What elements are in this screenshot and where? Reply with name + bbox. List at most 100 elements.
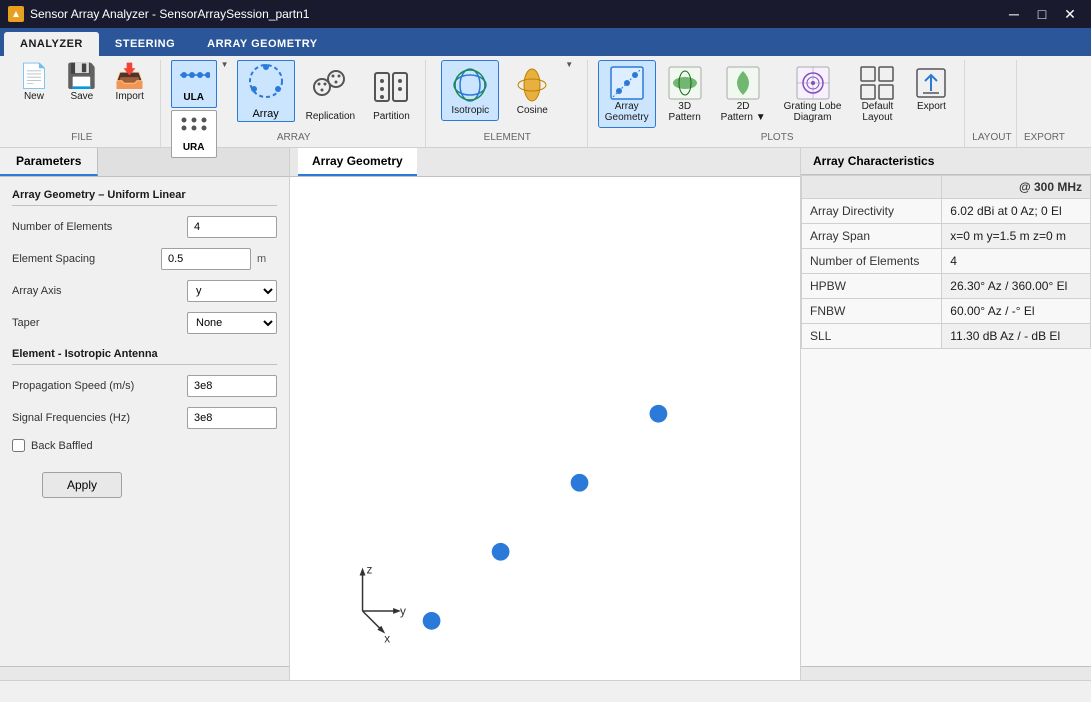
element-group-label: ELEMENT xyxy=(484,132,531,143)
new-button[interactable]: 📄 New xyxy=(12,60,56,107)
title-bar-left: ▲ Sensor Array Analyzer - SensorArraySes… xyxy=(8,6,309,22)
plots-buttons: ArrayGeometry 3DPattern xyxy=(598,60,957,143)
main-content: Parameters Array Geometry – Uniform Line… xyxy=(0,148,1091,680)
replication-icon xyxy=(312,69,348,111)
export-label: Export xyxy=(917,101,946,112)
characteristic-value: 11.30 dB Az / - dB El xyxy=(942,324,1091,349)
characteristics-row: FNBW60.00° Az / -° El xyxy=(802,299,1091,324)
2d-pattern-button[interactable]: 2DPattern ▼ xyxy=(714,60,773,128)
back-baffled-checkbox[interactable] xyxy=(12,439,25,452)
num-elements-label: Number of Elements xyxy=(12,221,181,233)
partition-icon xyxy=(373,69,409,111)
3d-pattern-label: 3DPattern xyxy=(669,101,701,123)
array-button[interactable]: Array xyxy=(237,60,295,122)
z-axis-label: z xyxy=(366,562,372,576)
save-button[interactable]: 💾 Save xyxy=(60,60,104,107)
element-dropdown[interactable]: ▼ xyxy=(565,60,573,69)
prop-speed-input[interactable] xyxy=(187,375,277,397)
cosine-button[interactable]: Cosine xyxy=(503,60,561,121)
right-panel-scroll[interactable]: @ 300 MHz Array Directivity6.02 dBi at 0… xyxy=(801,175,1091,666)
characteristic-label: HPBW xyxy=(802,274,942,299)
array-axis-select[interactable]: y x z xyxy=(187,280,277,302)
close-button[interactable]: ✕ xyxy=(1057,4,1083,24)
title-bar: ▲ Sensor Array Analyzer - SensorArraySes… xyxy=(0,0,1091,28)
characteristic-label: SLL xyxy=(802,324,942,349)
replication-label: Replication xyxy=(306,111,355,122)
prop-speed-row: Propagation Speed (m/s) xyxy=(12,375,277,397)
partition-button[interactable]: Partition xyxy=(366,64,417,127)
ula-label: ULA xyxy=(183,92,204,103)
ura-icon xyxy=(178,115,210,140)
back-baffled-label: Back Baffled xyxy=(31,440,277,452)
export-button[interactable]: Export xyxy=(906,60,956,117)
ribbon-group-layout: LAYOUT xyxy=(967,60,1017,147)
tab-array-geometry[interactable]: ARRAY GEOMETRY xyxy=(191,32,334,56)
array-axis-label: Array Axis xyxy=(12,285,181,297)
array-icon xyxy=(248,63,284,106)
import-button[interactable]: 📥 Import xyxy=(108,60,152,107)
2d-pattern-label: 2DPattern ▼ xyxy=(721,101,766,123)
element-arrow: ▼ xyxy=(565,60,573,69)
cosine-icon xyxy=(512,65,552,105)
ribbon-group-export: EXPORT xyxy=(1019,60,1069,147)
col-label-header xyxy=(802,176,942,199)
num-elements-input[interactable] xyxy=(187,216,277,238)
maximize-button[interactable]: □ xyxy=(1029,4,1055,24)
minimize-button[interactable]: ─ xyxy=(1001,4,1027,24)
array-label: Array xyxy=(252,108,278,120)
plots-group-label: PLOTS xyxy=(761,132,794,143)
ula-ura-pair: ULA URA xyxy=(171,60,217,158)
left-panel-scrollbar[interactable] xyxy=(0,666,289,680)
characteristic-value: 26.30° Az / 360.00° El xyxy=(942,274,1091,299)
partition-label: Partition xyxy=(373,111,410,122)
status-bar xyxy=(0,680,1091,702)
3d-pattern-button[interactable]: 3DPattern xyxy=(660,60,710,128)
ribbon-tabs: ANALYZER STEERING ARRAY GEOMETRY xyxy=(0,28,1091,56)
array-geometry-plot-label: ArrayGeometry xyxy=(605,101,649,123)
default-layout-icon xyxy=(859,65,895,101)
array-axis-row: Array Axis y x z xyxy=(12,280,277,302)
grating-lobe-button[interactable]: Grating LobeDiagram xyxy=(777,60,849,128)
new-icon: 📄 xyxy=(19,65,49,89)
default-layout-label: DefaultLayout xyxy=(862,101,894,123)
array-geometry-plot-icon xyxy=(609,65,645,101)
2d-pattern-icon xyxy=(725,65,761,101)
characteristics-row: Array Spanx=0 m y=1.5 m z=0 m xyxy=(802,224,1091,249)
characteristics-row: SLL11.30 dB Az / - dB El xyxy=(802,324,1091,349)
parameters-tab[interactable]: Parameters xyxy=(0,148,98,176)
array-geometry-canvas: z y x xyxy=(290,177,800,680)
element-spacing-unit: m xyxy=(257,253,277,265)
ribbon-group-array: ULA URA xyxy=(163,60,426,147)
array-group-label: ARRAY xyxy=(277,132,311,143)
element-spacing-input[interactable] xyxy=(161,248,251,270)
file-group-label: FILE xyxy=(71,132,92,143)
app-icon: ▲ xyxy=(8,6,24,22)
tab-analyzer[interactable]: ANALYZER xyxy=(4,32,99,56)
tab-steering[interactable]: STEERING xyxy=(99,32,191,56)
grating-lobe-label: Grating LobeDiagram xyxy=(784,101,842,123)
characteristic-value: 4 xyxy=(942,249,1091,274)
replication-button[interactable]: Replication xyxy=(299,64,362,127)
prop-speed-label: Propagation Speed (m/s) xyxy=(12,380,181,392)
right-panel-title: Array Characteristics xyxy=(801,148,1091,175)
ula-button[interactable]: ULA xyxy=(171,60,217,108)
array-geometry-plot-button[interactable]: ArrayGeometry xyxy=(598,60,656,128)
ura-button[interactable]: URA xyxy=(171,110,217,158)
right-panel-scrollbar-h[interactable] xyxy=(801,666,1091,680)
signal-freq-input[interactable] xyxy=(187,407,277,429)
export-icon xyxy=(913,65,949,101)
isotropic-button[interactable]: Isotropic xyxy=(441,60,499,121)
default-layout-button[interactable]: DefaultLayout xyxy=(852,60,902,128)
y-axis-label: y xyxy=(400,604,406,618)
import-label: Import xyxy=(116,91,144,102)
geometry-section-title: Array Geometry – Uniform Linear xyxy=(12,189,277,206)
array-type-dropdown[interactable]: ▼ xyxy=(221,60,229,69)
apply-button[interactable]: Apply xyxy=(42,472,122,498)
ula-icon xyxy=(178,65,210,90)
num-elements-row: Number of Elements xyxy=(12,216,277,238)
taper-select[interactable]: None Taylor Chebyshev xyxy=(187,312,277,334)
center-panel: Array Geometry z y x xyxy=(290,148,801,680)
characteristics-row: HPBW26.30° Az / 360.00° El xyxy=(802,274,1091,299)
layout-group-label: LAYOUT xyxy=(972,132,1011,143)
axis-group: z y x xyxy=(360,562,406,645)
